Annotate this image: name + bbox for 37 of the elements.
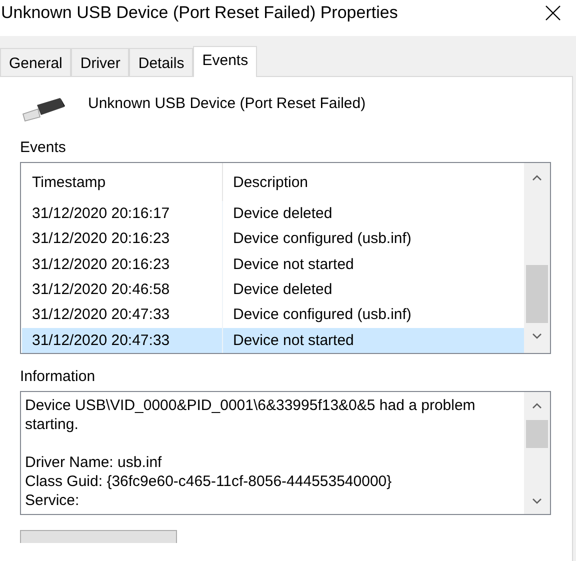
window-title: Unknown USB Device (Port Reset Failed) Properties [1, 3, 398, 23]
event-row[interactable]: 31/12/2020 20:16:23 Device configured (usb.inf) [22, 226, 524, 252]
scroll-down-icon[interactable] [532, 498, 542, 504]
column-header[interactable]: Description [223, 163, 524, 201]
timestamp-cell: 31/12/2020 20:16:23 [22, 226, 223, 252]
event-row[interactable]: 31/12/2020 20:46:58 Device deleted [22, 276, 524, 302]
information-label: Information [20, 368, 96, 385]
event-row[interactable]: 31/12/2020 20:47:33 Device not started [22, 328, 524, 353]
description-cell-text: Device configured (usb.inf) [232, 305, 412, 326]
scrollbar[interactable] [524, 392, 550, 514]
column-header[interactable]: Timestamp [22, 163, 223, 201]
information-text: Device USB\VID_0000&PID_0001\6&33995f13&0&5 had a problem starting. Driver Name: usb.inf Class Guid: {36fc9e60-c465-11cf-8056-444553540000} Service: [24, 396, 476, 511]
events-label: Events [20, 139, 67, 156]
description-cell-text: Device configured (usb.inf) [232, 229, 412, 250]
scroll-thumb[interactable] [526, 265, 548, 323]
event-row[interactable]: 31/12/2020 20:16:17 Device deleted [22, 201, 524, 226]
scroll-up-icon[interactable] [532, 175, 542, 181]
timestamp-cell: 31/12/2020 20:47:33 [22, 328, 223, 353]
close-icon [545, 5, 561, 21]
tab[interactable]: Events [193, 46, 258, 77]
description-cell-text: Device not started [232, 254, 355, 275]
tab[interactable]: Details [129, 48, 194, 76]
timestamp-cell: 31/12/2020 20:16:17 [22, 201, 223, 226]
tab[interactable]: General [0, 48, 72, 76]
timestamp-cell: 31/12/2020 20:46:58 [22, 276, 223, 302]
device-name: Unknown USB Device (Port Reset Failed) [88, 94, 366, 112]
timestamp-cell: 31/12/2020 20:16:23 [22, 252, 223, 277]
description-cell-text: Device deleted [232, 280, 334, 300]
event-row[interactable]: 31/12/2020 20:16:23 Device not started [22, 252, 524, 277]
tab[interactable]: Driver [71, 48, 130, 76]
scroll-up-icon[interactable] [532, 403, 542, 409]
scroll-thumb[interactable] [526, 420, 548, 448]
scrollbar[interactable] [524, 163, 550, 353]
usb-plug-icon [20, 96, 66, 122]
description-cell-text: Device deleted [232, 204, 334, 224]
description-cell-text: Device not started [232, 330, 355, 351]
scroll-down-icon[interactable] [532, 333, 542, 339]
